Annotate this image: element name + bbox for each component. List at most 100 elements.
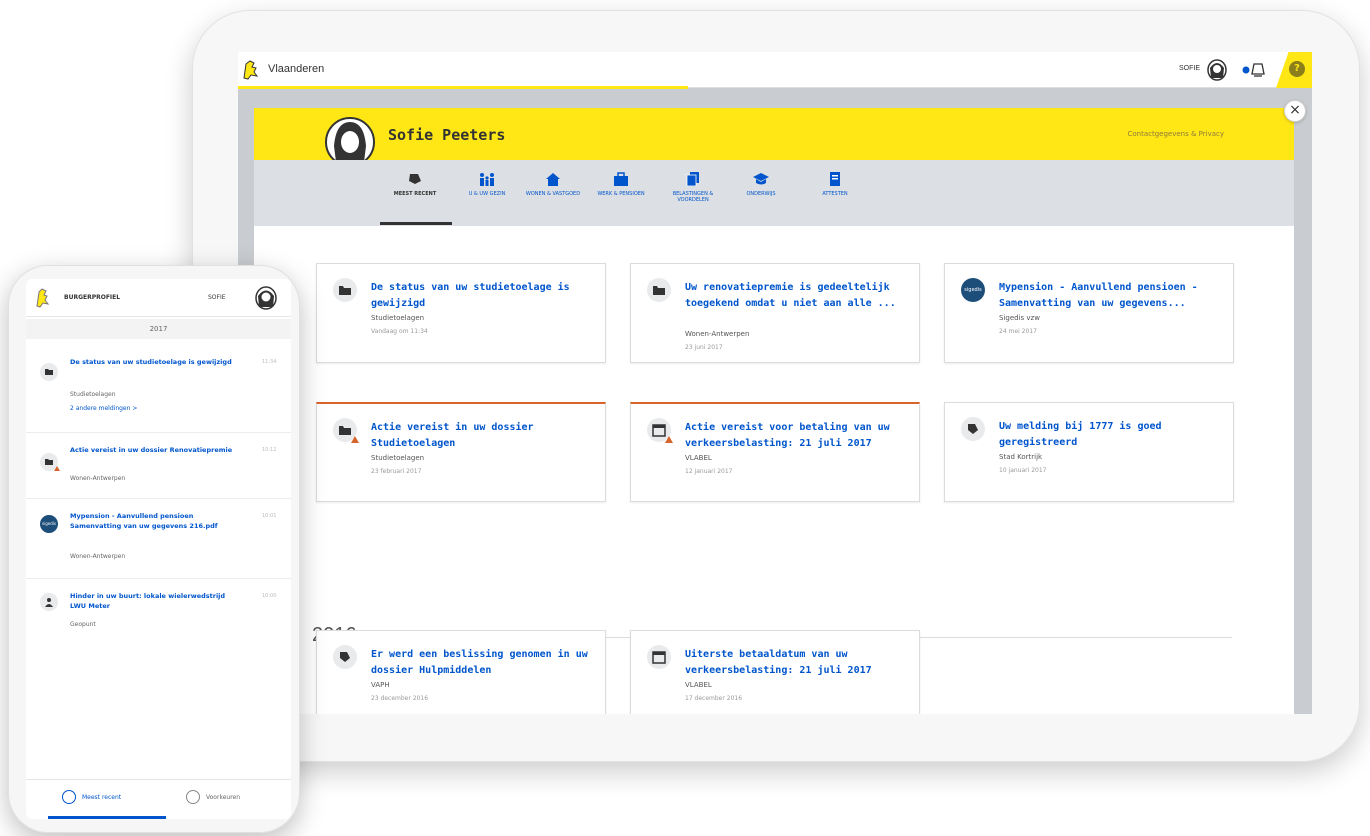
- tablet-screen: Vlaanderen SOFIE ? Sofie Peeters Contact…: [238, 52, 1312, 714]
- avatar[interactable]: [1206, 58, 1228, 82]
- year-heading: 2017: [26, 319, 291, 339]
- family-icon: [480, 173, 494, 186]
- tab-label: ATTESTEN: [822, 191, 848, 197]
- notification-card[interactable]: sigedis Mypension - Aanvullend pensioen …: [944, 263, 1234, 363]
- tab-label: ONDERWIJS: [746, 191, 776, 197]
- card-title[interactable]: Uw renovatiepremie is gedeeltelijk toege…: [685, 280, 905, 312]
- more-notifications-link[interactable]: 2 andere meldingen >: [70, 405, 137, 412]
- profile-name: Sofie Peeters: [388, 126, 506, 144]
- privacy-link[interactable]: Contactgegevens & Privacy: [1127, 130, 1224, 138]
- list-item[interactable]: Hinder in uw buurt: lokale wielerwedstri…: [26, 579, 291, 643]
- notification-card-alert[interactable]: Actie vereist voor betaling van uw verke…: [630, 402, 920, 502]
- graduation-cap-icon: [753, 173, 769, 185]
- notification-card[interactable]: De status van uw studietoelage is gewijz…: [316, 263, 606, 363]
- tab-meest-recent[interactable]: Meest recent: [82, 794, 121, 801]
- tab-onderwijs[interactable]: ONDERWIJS: [726, 172, 796, 222]
- card-source: VAPH: [371, 681, 390, 689]
- gear-icon: [186, 790, 200, 804]
- item-title[interactable]: De status van uw studietoelage is gewijz…: [70, 357, 240, 367]
- tab-label: WONEN & VASTGOED: [525, 191, 581, 197]
- notification-card-alert[interactable]: Actie vereist in uw dossier Studietoelag…: [316, 402, 606, 502]
- calendar-icon: [647, 645, 671, 669]
- card-title[interactable]: Uiterste betaaldatum van uw verkeersbela…: [685, 647, 905, 679]
- tab-wonen-en-vastgoed[interactable]: WONEN & VASTGOED: [518, 172, 588, 222]
- card-date: 12 januari 2017: [685, 468, 733, 475]
- help-button[interactable]: ?: [1276, 52, 1312, 88]
- tab-werk-en-pensioen[interactable]: WERK & PENSIOEN: [586, 172, 656, 222]
- bell-icon: [409, 174, 421, 184]
- notification-card[interactable]: Uw renovatiepremie is gedeeltelijk toege…: [630, 263, 920, 363]
- warning-icon: [665, 436, 673, 443]
- vlaanderen-lion-logo[interactable]: [240, 58, 262, 82]
- card-date: 17 december 2016: [685, 695, 743, 702]
- folder-icon: [647, 278, 671, 302]
- tab-attesten[interactable]: ATTESTEN: [800, 172, 870, 222]
- active-tab-indicator: [48, 816, 166, 819]
- certificate-icon: [830, 172, 840, 186]
- close-button[interactable]: ×: [1284, 100, 1306, 122]
- profile-panel: Sofie Peeters Contactgegevens & Privacy …: [254, 108, 1294, 714]
- card-date: 23 februari 2017: [371, 468, 422, 475]
- lion-icon: [333, 645, 357, 669]
- tab-voorkeuren[interactable]: Voorkeuren: [206, 794, 240, 801]
- card-title[interactable]: Er werd een beslissing genomen in uw dos…: [371, 647, 591, 679]
- card-date: 23 juni 2017: [685, 344, 723, 351]
- list-item[interactable]: De status van uw studietoelage is gewijz…: [26, 343, 291, 433]
- card-title[interactable]: Actie vereist in uw dossier Studietoelag…: [371, 420, 591, 452]
- briefcase-icon: [614, 172, 628, 186]
- profile-header: Sofie Peeters Contactgegevens & Privacy: [254, 108, 1294, 167]
- card-title[interactable]: De status van uw studietoelage is gewijz…: [371, 280, 591, 312]
- card-source: Stad Kortrijk: [999, 453, 1043, 461]
- tab-meest-recent[interactable]: MEEST RECENT: [380, 172, 450, 222]
- tab-label: U & UW GEZIN: [468, 191, 506, 197]
- warning-icon: [54, 466, 60, 471]
- list-item[interactable]: sigedis Mypension - Aanvullend pensioen …: [26, 499, 291, 579]
- item-title[interactable]: Actie vereist in uw dossier Renovatiepre…: [70, 445, 240, 455]
- vlaanderen-lion-logo[interactable]: [34, 287, 52, 309]
- user-name[interactable]: SOFIE: [208, 294, 226, 301]
- item-source: Studietoelagen: [70, 391, 116, 398]
- lion-icon: [961, 417, 985, 441]
- tab-u-en-uw-gezin[interactable]: U & UW GEZIN: [452, 172, 522, 222]
- notification-card[interactable]: Er werd een beslissing genomen in uw dos…: [316, 630, 606, 714]
- avatar[interactable]: [254, 285, 278, 311]
- card-source: Studietoelagen: [371, 454, 425, 462]
- item-time: 10:00: [262, 593, 277, 599]
- top-bar: Vlaanderen SOFIE ?: [238, 52, 1312, 89]
- house-icon: [546, 173, 560, 186]
- card-source: VLABEL: [685, 681, 712, 689]
- category-tabs: MEEST RECENT U & UW GEZIN WONEN & VASTGO…: [254, 160, 1294, 226]
- card-title[interactable]: Uw melding bij 1777 is goed geregistreer…: [999, 419, 1219, 451]
- item-source: Geopunt: [70, 621, 96, 628]
- card-title[interactable]: Actie vereist voor betaling van uw verke…: [685, 420, 905, 452]
- user-name[interactable]: SOFIE: [1179, 65, 1200, 72]
- item-time: 10:01: [262, 513, 277, 519]
- phone-header: BURGERPROFIEL SOFIE: [26, 279, 291, 317]
- documents-icon: [686, 172, 699, 186]
- tab-belastingen-en-voordelen[interactable]: BELASTINGEN & VOORDELEN: [658, 172, 728, 222]
- card-source: Wonen-Antwerpen: [685, 330, 750, 338]
- tab-label: BELASTINGEN & VOORDELEN: [672, 191, 714, 203]
- item-source: Wonen-Antwerpen: [70, 475, 126, 482]
- tab-label: WERK & PENSIOEN: [597, 191, 645, 197]
- brand-name[interactable]: Vlaanderen: [268, 63, 324, 75]
- tab-label: MEEST RECENT: [393, 191, 437, 197]
- app-title: BURGERPROFIEL: [64, 294, 121, 301]
- item-source: Wonen-Antwerpen: [70, 553, 126, 560]
- notification-card[interactable]: Uw melding bij 1777 is goed geregistreer…: [944, 402, 1234, 502]
- phone-screen: BURGERPROFIEL SOFIE 2017 De status van u…: [26, 279, 291, 819]
- person-icon: [40, 593, 58, 611]
- item-title[interactable]: Mypension - Aanvullend pensioen Samenvat…: [70, 511, 240, 531]
- card-date: Vandaag om 11:34: [371, 328, 428, 335]
- notification-card[interactable]: Uiterste betaaldatum van uw verkeersbela…: [630, 630, 920, 714]
- folder-icon: [40, 363, 58, 381]
- bottom-nav: Meest recent Voorkeuren: [26, 779, 291, 819]
- card-source: Studietoelagen: [371, 314, 425, 322]
- list-item[interactable]: Actie vereist in uw dossier Renovatiepre…: [26, 433, 291, 499]
- item-title[interactable]: Hinder in uw buurt: lokale wielerwedstri…: [70, 591, 240, 611]
- sigedis-logo-icon: sigedis: [40, 515, 58, 533]
- folder-icon: [333, 278, 357, 302]
- card-title[interactable]: Mypension - Aanvullend pensioen - Samenv…: [999, 280, 1219, 312]
- sigedis-logo-icon: sigedis: [961, 278, 985, 302]
- notifications-icon[interactable]: [1240, 60, 1270, 80]
